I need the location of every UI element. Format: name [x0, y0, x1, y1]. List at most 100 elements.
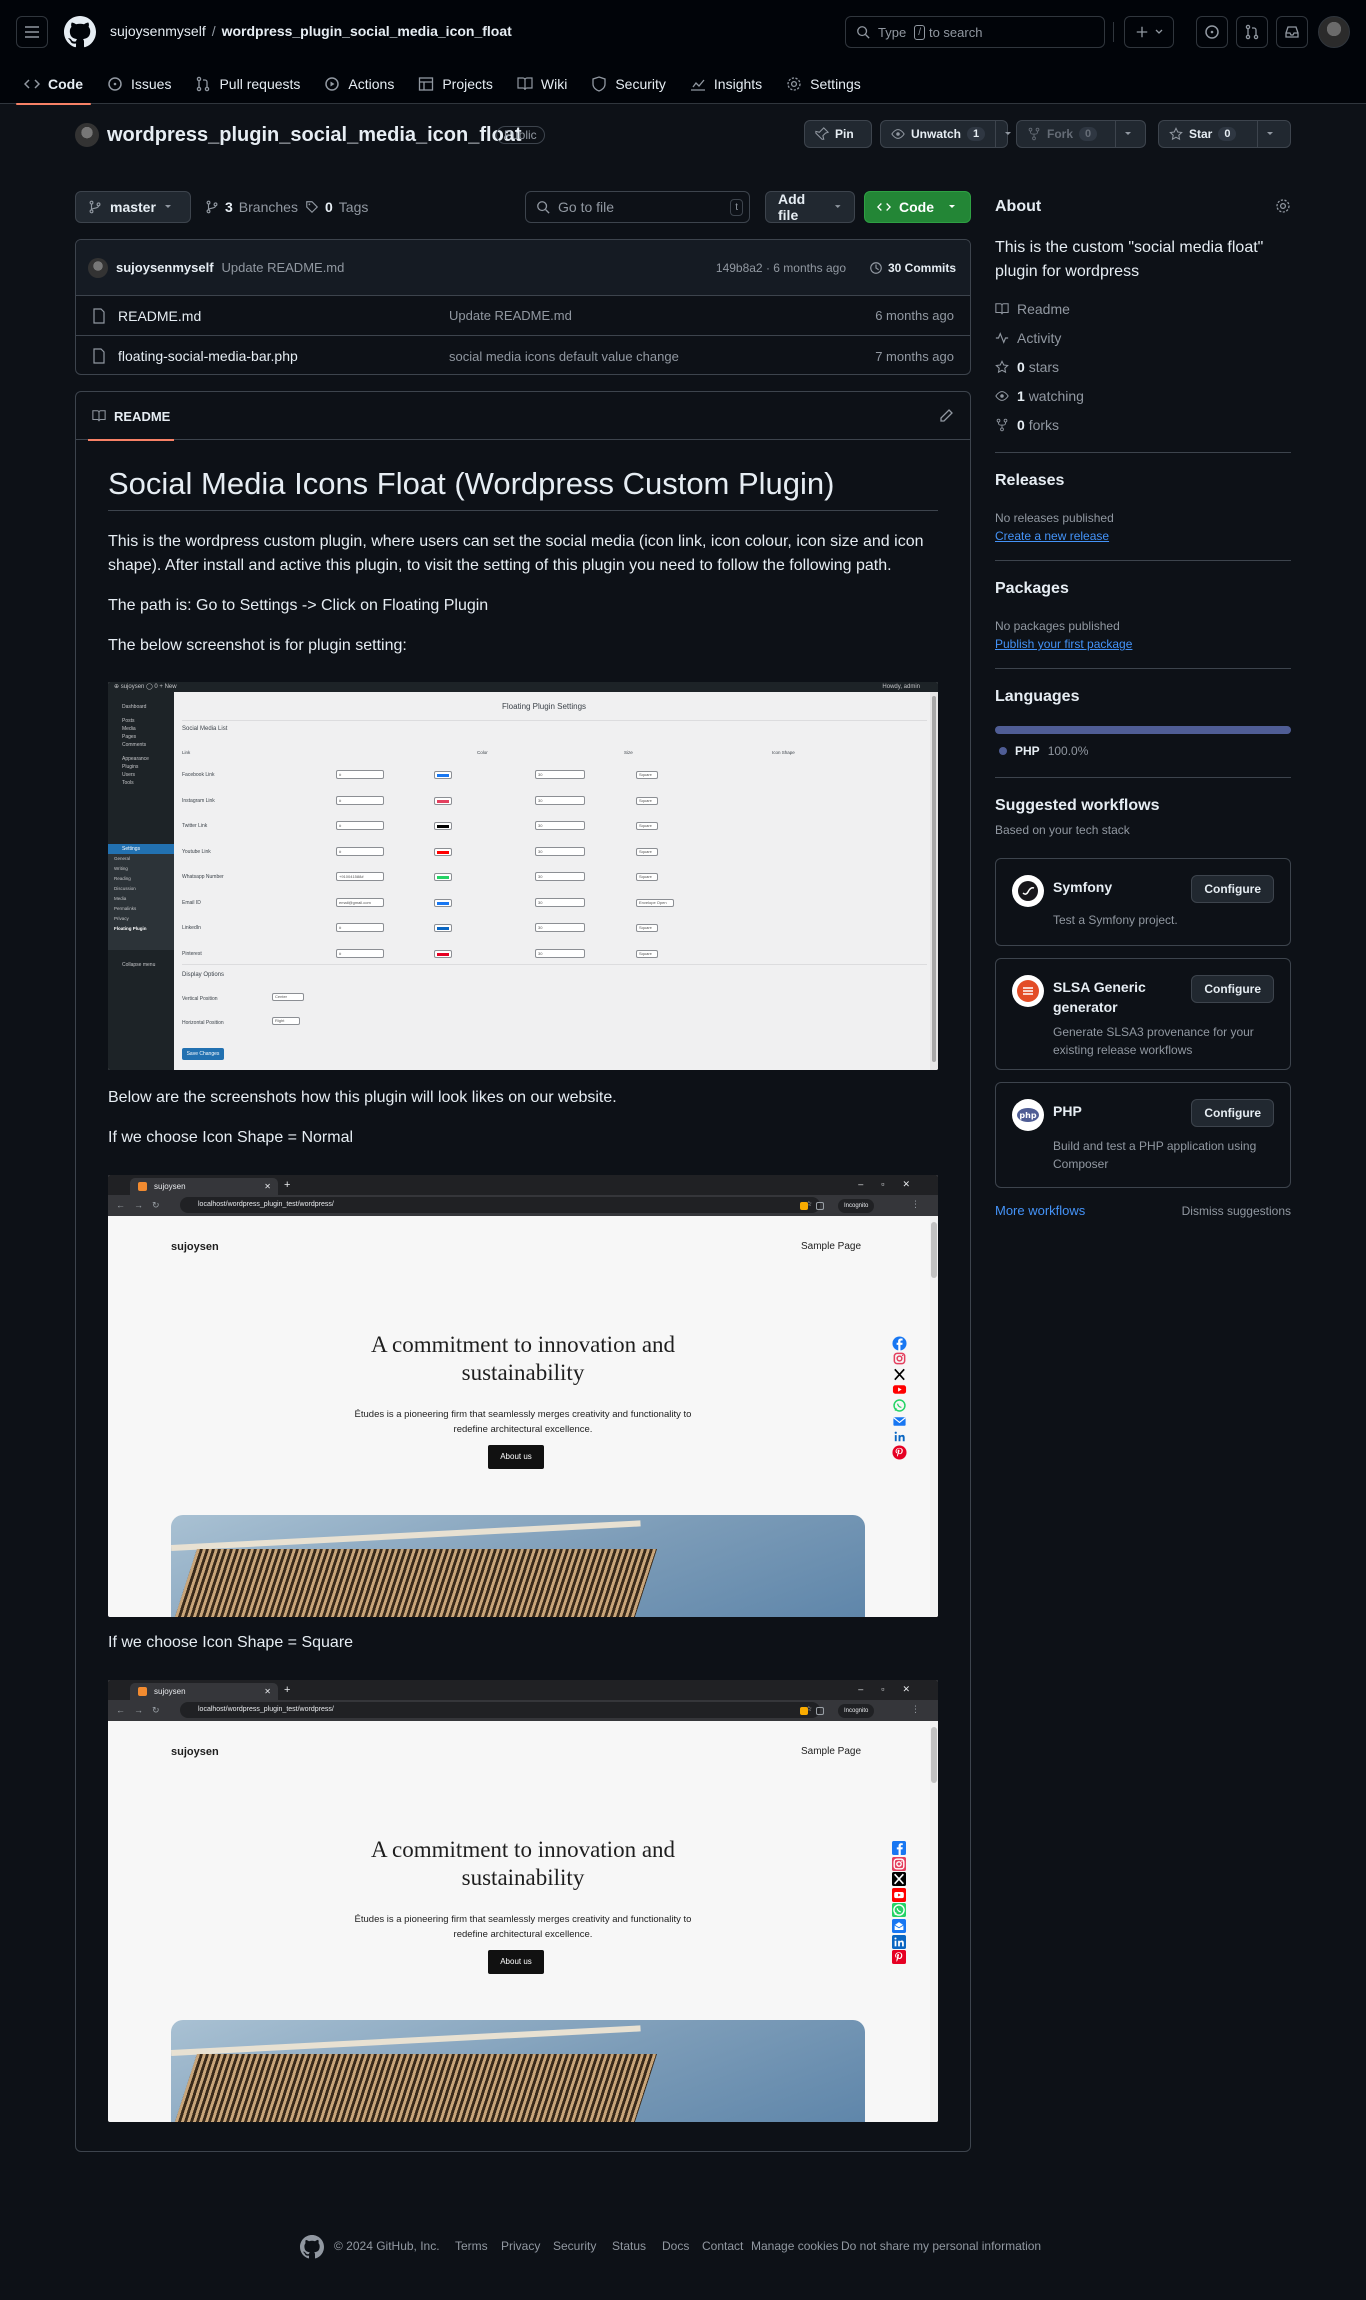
star-dropdown[interactable]	[1257, 121, 1282, 147]
tab-pull-requests[interactable]: Pull requests	[187, 64, 308, 104]
wp-size-input[interactable]: 30	[535, 770, 585, 779]
wp-size-input[interactable]: 30	[535, 923, 585, 932]
settings-screenshot[interactable]: ⊕ sujoysen ◯ 0 + New Howdy, admin Dashbo…	[108, 682, 938, 1070]
tab-security[interactable]: Security	[583, 64, 674, 104]
global-search[interactable]: Type / to search	[845, 16, 1105, 48]
file-row[interactable]: floating-social-media-bar.php social med…	[76, 336, 970, 374]
square-shape-screenshot[interactable]: sujoysen ✕ + –▫✕ ←→↻ localhost/wordpress_…	[108, 1680, 938, 2122]
branches-link[interactable]: 3 Branches	[205, 199, 298, 215]
tab-actions[interactable]: Actions	[316, 64, 402, 104]
user-avatar[interactable]	[1318, 16, 1350, 48]
wp-color-picker[interactable]	[434, 822, 452, 830]
tab-issues[interactable]: Issues	[99, 64, 179, 104]
pin-button[interactable]: Pin	[804, 120, 872, 148]
footer-link-do-not-share-my-personal-information[interactable]: Do not share my personal information	[841, 2239, 1041, 2253]
tags-link[interactable]: 0 Tags	[305, 199, 368, 215]
wp-scrollbar[interactable]	[930, 692, 938, 1070]
wp-scroll-thumb[interactable]	[932, 696, 936, 1062]
breadcrumb-repo[interactable]: wordpress_plugin_social_media_icon_float	[222, 23, 512, 39]
pencil-icon[interactable]	[938, 408, 954, 424]
activity-link[interactable]: Activity	[995, 330, 1061, 346]
github-logo-icon[interactable]	[300, 2235, 324, 2259]
gear-icon[interactable]	[1275, 198, 1291, 214]
wp-shape-select[interactable]: Square	[636, 771, 658, 779]
footer-link-status[interactable]: Status	[612, 2239, 646, 2253]
file-name[interactable]: floating-social-media-bar.php	[118, 348, 298, 364]
wp-shape-select[interactable]: Square	[636, 847, 658, 856]
fork-button[interactable]: Fork 0	[1016, 120, 1146, 148]
wp-color-picker[interactable]	[434, 771, 452, 779]
publish-package-link[interactable]: Publish your first package	[995, 637, 1132, 651]
tab-projects[interactable]: Projects	[410, 64, 501, 104]
wp-shape-select[interactable]: Square	[636, 822, 658, 830]
wp-link-input[interactable]: #	[336, 846, 384, 856]
wp-shape-select[interactable]: Envelope Open	[636, 898, 674, 907]
wp-shape-select[interactable]: Square	[636, 796, 658, 805]
wp-color-picker[interactable]	[434, 949, 452, 958]
commit-author-avatar[interactable]	[88, 257, 108, 278]
commit-meta[interactable]: 149b8a2 · 6 months ago	[716, 261, 846, 275]
dismiss-suggestions-link[interactable]: Dismiss suggestions	[1182, 1204, 1291, 1218]
inbox-button[interactable]	[1276, 16, 1308, 48]
wp-link-input[interactable]: #	[336, 770, 384, 779]
wp-link-input[interactable]: +910041588#	[336, 872, 384, 881]
wp-link-input[interactable]: #	[336, 795, 384, 805]
tab-code[interactable]: Code	[16, 64, 91, 105]
file-name[interactable]: README.md	[118, 308, 201, 324]
wp-size-input[interactable]: 30	[535, 948, 585, 958]
wp-shape-select[interactable]: Square	[636, 949, 658, 958]
wp-color-picker[interactable]	[434, 873, 452, 881]
star-button[interactable]: Star 0	[1158, 120, 1291, 148]
commit-author[interactable]: sujoysenmyself	[116, 260, 214, 275]
add-file-button[interactable]: Add file	[765, 191, 855, 223]
watching-link[interactable]: 1 watching	[995, 388, 1084, 404]
github-logo-icon[interactable]	[64, 16, 96, 48]
readme-link[interactable]: Readme	[995, 301, 1070, 317]
forks-link[interactable]: 0 forks	[995, 417, 1059, 433]
wp-save-button[interactable]: Save Changes	[182, 1048, 224, 1060]
wp-color-picker[interactable]	[434, 796, 452, 805]
wp-color-picker[interactable]	[434, 898, 452, 907]
commits-count-link[interactable]: 30 Commits	[869, 261, 956, 275]
wp-vertical-select[interactable]: Center	[272, 993, 304, 1001]
footer-link-manage-cookies[interactable]: Manage cookies	[751, 2239, 838, 2253]
code-button[interactable]: Code	[864, 191, 971, 223]
wp-link-input[interactable]: #	[336, 923, 384, 932]
branch-selector[interactable]: master	[75, 191, 191, 223]
wp-shape-select[interactable]: Square	[636, 873, 658, 881]
readme-tab[interactable]: README	[87, 392, 175, 441]
issues-button[interactable]	[1196, 16, 1228, 48]
footer-link-contact[interactable]: Contact	[702, 2239, 743, 2253]
stars-link[interactable]: 0 stars	[995, 359, 1059, 375]
packages-title[interactable]: Packages	[995, 580, 1069, 598]
releases-title[interactable]: Releases	[995, 472, 1064, 490]
footer-link-security[interactable]: Security	[553, 2239, 596, 2253]
wp-size-input[interactable]: 30	[535, 897, 585, 907]
wp-size-input[interactable]: 30	[535, 821, 585, 830]
tab-wiki[interactable]: Wiki	[509, 64, 575, 104]
create-release-link[interactable]: Create a new release	[995, 529, 1109, 543]
wp-color-picker[interactable]	[434, 847, 452, 856]
file-commit-message[interactable]: social media icons default value change	[449, 349, 679, 364]
wp-link-input[interactable]: #	[336, 948, 384, 958]
language-item[interactable]: PHP 100.0%	[999, 744, 1088, 758]
wp-size-input[interactable]: 30	[535, 795, 585, 805]
file-row[interactable]: README.md Update README.md 6 months ago	[76, 296, 970, 336]
owner-avatar[interactable]	[75, 123, 99, 147]
wp-color-picker[interactable]	[434, 924, 452, 932]
commit-message[interactable]: Update README.md	[222, 260, 345, 275]
wp-link-input[interactable]: #	[336, 821, 384, 830]
tab-settings[interactable]: Settings	[778, 64, 869, 104]
footer-link-docs[interactable]: Docs	[662, 2239, 689, 2253]
unwatch-button[interactable]: Unwatch 1	[880, 120, 1012, 148]
fork-dropdown[interactable]	[1115, 121, 1140, 147]
go-to-file-input[interactable]: Go to file t	[525, 191, 750, 223]
wp-size-input[interactable]: 30	[535, 872, 585, 881]
configure-button[interactable]: Configure	[1191, 975, 1274, 1003]
wp-link-input[interactable]: email@gmail.com	[336, 897, 384, 907]
wp-size-input[interactable]: 30	[535, 846, 585, 856]
more-workflows-link[interactable]: More workflows	[995, 1203, 1085, 1218]
footer-link-privacy[interactable]: Privacy	[501, 2239, 540, 2253]
pull-requests-button[interactable]	[1236, 16, 1268, 48]
footer-link-terms[interactable]: Terms	[455, 2239, 488, 2253]
